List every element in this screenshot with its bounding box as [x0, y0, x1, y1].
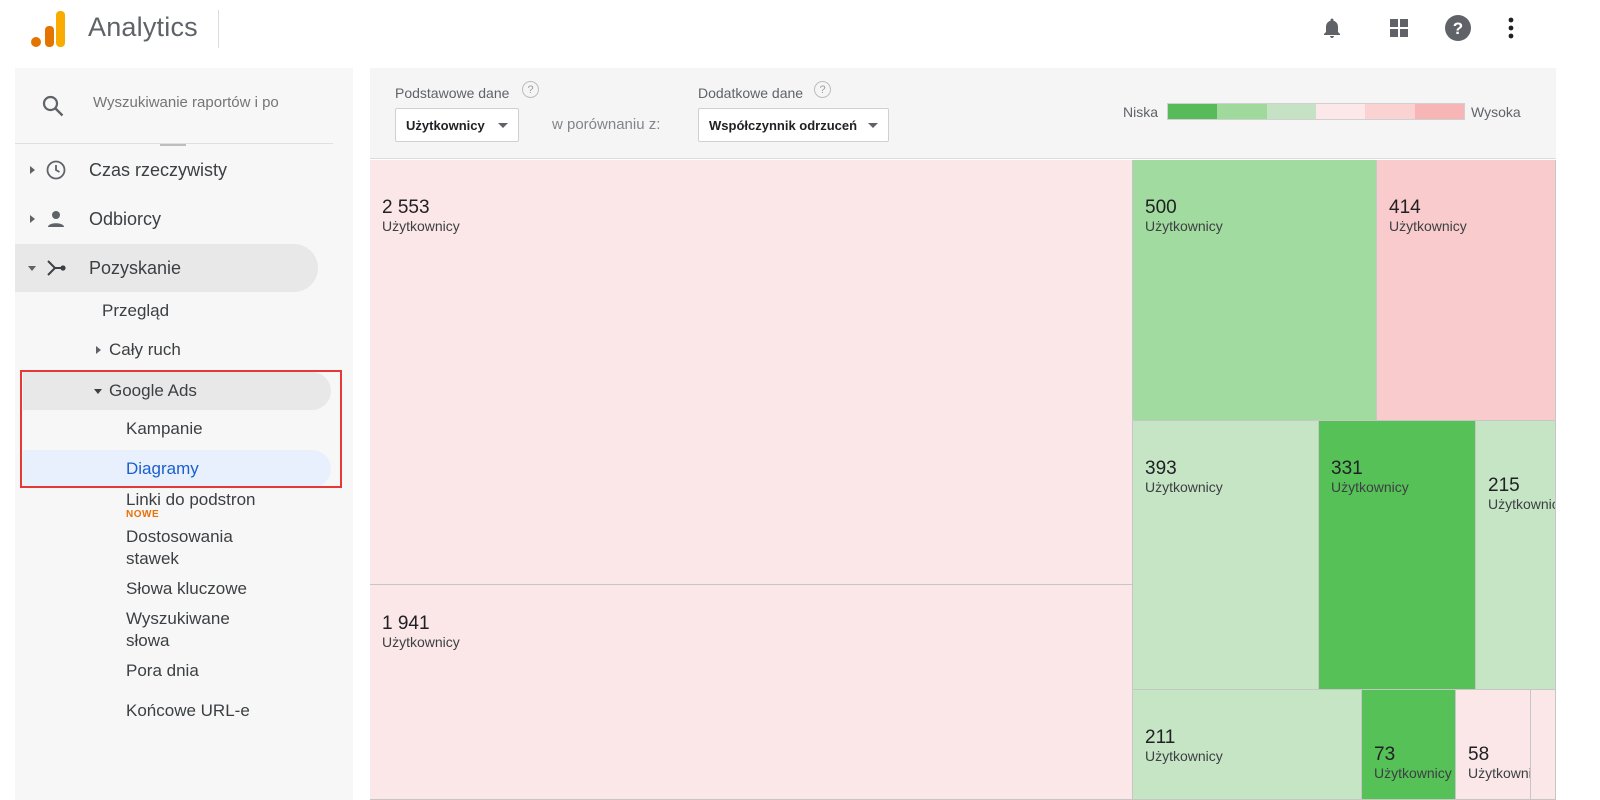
clock-icon [46, 160, 66, 180]
sidebar-item-hour-of-day[interactable]: Pora dnia [126, 661, 199, 681]
secondary-metric-label: Dodatkowe dane [698, 85, 804, 101]
tile-label: Użytkownicy [382, 634, 460, 650]
more-vert-icon[interactable] [1497, 14, 1525, 42]
legend-swatch [1168, 104, 1218, 119]
treemap-tile[interactable]: 73 Użytkownicy [1362, 690, 1456, 800]
treemap-tile[interactable]: 393 Użytkownicy [1133, 421, 1319, 690]
sidebar-item-acquisition[interactable]: Pozyskanie [15, 244, 318, 292]
sidebar-item-search-queries-line1[interactable]: Wyszukiwane [126, 609, 230, 629]
tile-value: 393 [1145, 458, 1177, 479]
sidebar-item-search-queries-line2[interactable]: słowa [126, 631, 169, 651]
primary-metric-dropdown[interactable]: Użytkownicy [395, 108, 519, 142]
title-divider [218, 10, 219, 48]
help-icon[interactable]: ? [814, 81, 831, 98]
sidebar-item-keywords[interactable]: Słowa kluczowe [126, 579, 247, 599]
tile-label: Użytkownicy [1145, 479, 1223, 495]
tile-value: 414 [1389, 197, 1421, 218]
help-circle-icon[interactable]: ? [1444, 14, 1472, 42]
tile-label: Użytkownicy [1488, 496, 1555, 512]
sidebar-item-overview[interactable]: Przegląd [102, 301, 169, 321]
sidebar-item-bid-adjustments-line1[interactable]: Dostosowania [126, 527, 233, 547]
analytics-logo-icon[interactable] [30, 10, 66, 48]
tile-value: 1 941 [382, 613, 430, 634]
sidebar-item-realtime[interactable]: Czas rzeczywisty [15, 146, 333, 194]
bell-icon[interactable] [1318, 14, 1346, 42]
treemap-tile[interactable]: 2 553 Użytkownicy [370, 160, 1133, 585]
sidebar-item-label: Cały ruch [109, 340, 181, 359]
app-title: Analytics [88, 12, 198, 42]
tile-value: 2 553 [382, 197, 430, 218]
tile-label: Użytkownicy [382, 218, 460, 234]
primary-metric-value: Użytkownicy [406, 117, 485, 133]
treemap-tile[interactable]: 215 Użytkownicy [1476, 421, 1556, 690]
sidebar: Czas rzeczywisty Odbiorcy Pozyskanie Prz… [15, 68, 353, 800]
tile-label: Użytkownicy [1331, 479, 1409, 495]
legend-swatch [1414, 104, 1464, 119]
legend-swatch [1217, 104, 1267, 119]
highlight-annotation [20, 370, 342, 488]
sidebar-item-final-urls[interactable]: Końcowe URL-e [126, 701, 250, 721]
legend-low-label: Niska [1123, 104, 1159, 120]
tile-value: 73 [1374, 744, 1396, 765]
caret-right-icon [30, 215, 35, 223]
chevron-down-icon [498, 123, 508, 128]
search-input[interactable] [93, 94, 323, 111]
treemap-tile[interactable]: 1 941 Użytkownicy [370, 585, 1133, 800]
tile-label: Użytkownicy [1145, 748, 1223, 764]
color-scale-legend [1167, 103, 1465, 120]
tile-value: 211 [1145, 727, 1176, 748]
treemap-tile[interactable]: 58 Użytkownicy [1456, 690, 1531, 800]
search-icon[interactable] [41, 94, 65, 118]
treemap-controls: Podstawowe dane ? Użytkownicy w porównan… [370, 68, 1556, 159]
tile-label: Użytkownicy [1468, 765, 1530, 781]
report-search [15, 68, 333, 144]
tile-value: 500 [1145, 197, 1177, 218]
secondary-metric-value: Współczynnik odrzuceń [709, 117, 858, 133]
main-content: Podstawowe dane ? Użytkownicy w porównan… [370, 68, 1556, 800]
caret-right-icon [96, 346, 101, 354]
tile-value: 215 [1488, 475, 1520, 496]
treemap-tile[interactable]: 211 Użytkownicy [1133, 690, 1362, 800]
treemap-tile[interactable] [1531, 690, 1556, 800]
apps-grid-icon[interactable] [1385, 14, 1413, 42]
treemap-tile[interactable]: 331 Użytkownicy [1319, 421, 1476, 690]
legend-high-label: Wysoka [1471, 104, 1521, 120]
tile-label: Użytkownicy [1145, 218, 1223, 234]
sidebar-item-sitelinks[interactable]: Linki do podstron [126, 490, 255, 510]
tile-label: Użytkownicy [1374, 765, 1452, 781]
new-badge: NOWE [126, 509, 160, 520]
chevron-down-icon [868, 123, 878, 128]
treemap-tile[interactable]: 414 Użytkownicy [1377, 160, 1556, 421]
sidebar-item-bid-adjustments-line2[interactable]: stawek [126, 549, 179, 569]
sidebar-item-audience[interactable]: Odbiorcy [15, 195, 333, 243]
svg-text:?: ? [1453, 19, 1463, 38]
compare-label: w porównaniu z: [552, 116, 661, 133]
person-icon [48, 211, 64, 227]
tile-value: 58 [1468, 744, 1490, 765]
sidebar-item-label: Czas rzeczywisty [89, 159, 228, 180]
legend-swatch [1365, 104, 1415, 119]
secondary-metric-dropdown[interactable]: Współczynnik odrzuceń [698, 108, 889, 142]
sidebar-item-label: Pozyskanie [89, 257, 182, 278]
caret-down-icon [28, 266, 36, 271]
legend-swatch [1315, 104, 1366, 119]
tile-value: 331 [1331, 458, 1363, 479]
top-bar: Analytics ? [0, 0, 1600, 62]
treemap: 2 553 Użytkownicy 1 941 Użytkownicy 500 … [370, 160, 1556, 800]
tile-label: Użytkownicy [1389, 218, 1467, 234]
acquisition-icon [47, 260, 66, 276]
help-icon[interactable]: ? [522, 81, 539, 98]
treemap-tile[interactable]: 500 Użytkownicy [1133, 160, 1377, 421]
caret-right-icon [30, 166, 35, 174]
legend-swatch [1266, 104, 1316, 119]
sidebar-item-label: Odbiorcy [89, 208, 162, 229]
primary-metric-label: Podstawowe dane [395, 85, 510, 101]
